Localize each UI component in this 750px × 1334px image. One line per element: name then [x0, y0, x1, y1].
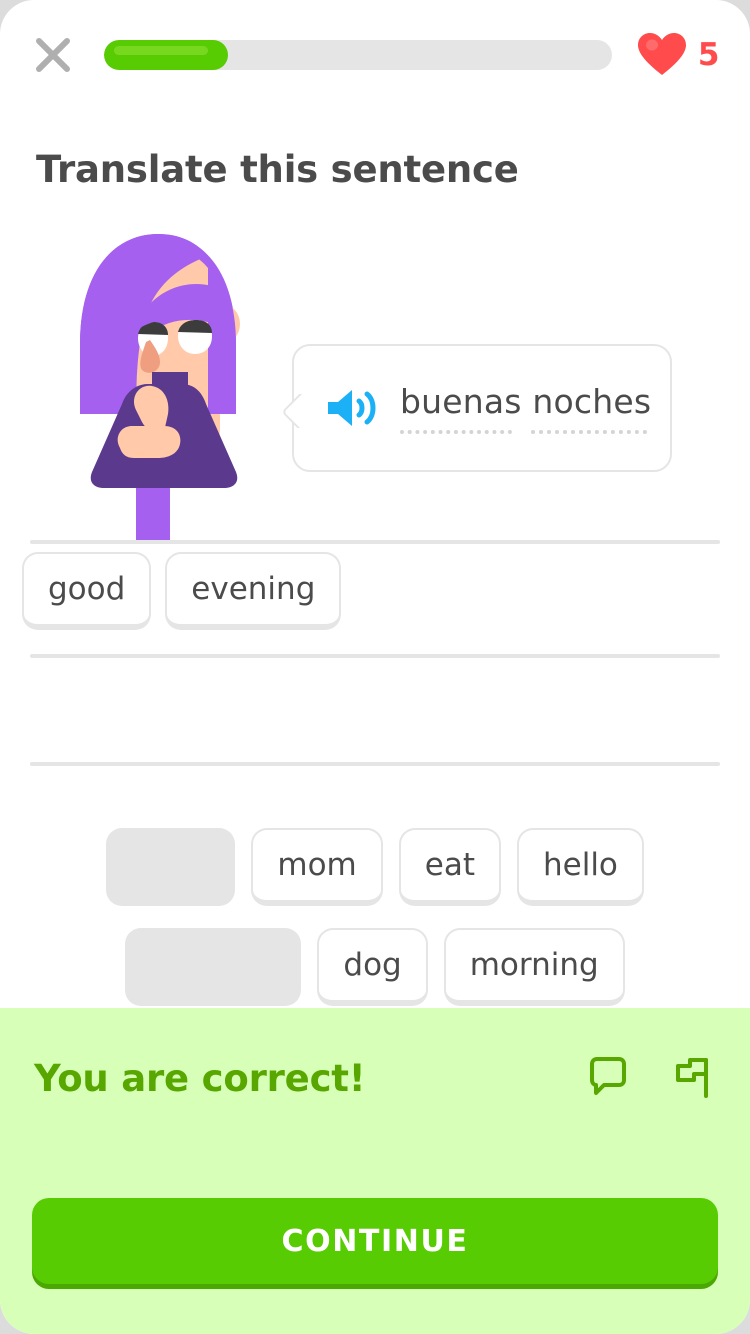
heart-icon: [637, 33, 686, 77]
word-bank-row: evening dog morning: [0, 928, 750, 1006]
answer-tile[interactable]: good: [22, 552, 152, 630]
word-bank-tile[interactable]: dog: [317, 928, 428, 1006]
page-title: Translate this sentence: [36, 148, 519, 191]
word-bank-tile[interactable]: hello: [516, 828, 644, 906]
result-header: You are correct!: [34, 1054, 716, 1102]
lily-character: [80, 234, 240, 544]
close-button[interactable]: [30, 32, 76, 78]
answer-line: [30, 654, 720, 658]
answer-line: [30, 540, 720, 544]
heart-count: 5: [697, 37, 720, 73]
progress-fill: [104, 40, 229, 70]
prompt-text: buenas noches: [400, 382, 652, 421]
word-bank-row: good mom eat hello: [0, 828, 750, 906]
answer-tile[interactable]: evening: [165, 552, 342, 630]
result-message: You are correct!: [34, 1056, 366, 1100]
prompt-speech-bubble[interactable]: buenas noches: [292, 344, 672, 472]
continue-button-label: CONTINUE: [281, 1223, 469, 1259]
word-bank-tile-used: evening: [125, 928, 302, 1006]
answer-line: [30, 762, 720, 766]
flag-icon[interactable]: [668, 1054, 716, 1102]
challenge-area: buenas noches: [0, 232, 750, 544]
chat-bubble-icon[interactable]: [584, 1054, 632, 1102]
prompt-dotted-underline: [400, 430, 651, 434]
progress-shine: [114, 46, 209, 55]
dotted-segment: [531, 430, 647, 434]
close-icon: [36, 38, 70, 72]
lesson-header: 5: [0, 0, 750, 110]
hearts-indicator[interactable]: 5: [637, 33, 720, 77]
word-bank-tile-used: good: [106, 828, 236, 906]
word-bank-tile[interactable]: eat: [398, 828, 501, 906]
continue-button[interactable]: CONTINUE: [32, 1198, 718, 1284]
word-bank-tile[interactable]: mom: [251, 828, 383, 906]
word-bank: good mom eat hello evening dog morning: [0, 828, 750, 1028]
result-footer: You are correct! CONTINUE: [0, 1008, 750, 1334]
bubble-tail: [279, 394, 307, 428]
lesson-progress-bar: [104, 40, 612, 70]
answer-tiles-row: good evening: [22, 552, 342, 630]
prompt-text-wrap: buenas noches: [400, 382, 651, 434]
dotted-segment: [400, 430, 512, 434]
lesson-screen: 5 Translate this sentence buenas noches …: [0, 0, 750, 1334]
word-bank-tile[interactable]: morning: [443, 928, 625, 1006]
speaker-icon[interactable]: [326, 387, 378, 429]
result-actions: [584, 1054, 716, 1102]
